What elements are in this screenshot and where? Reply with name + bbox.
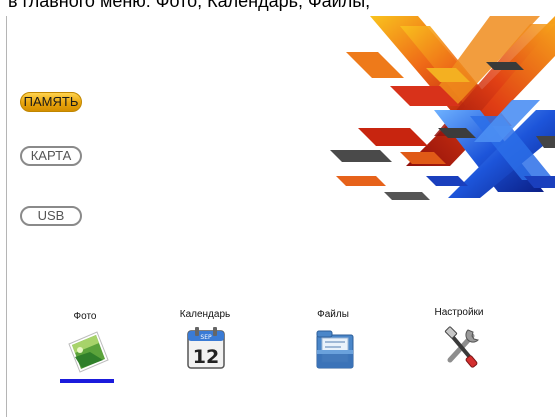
selection-underline: [60, 379, 114, 383]
nav-label-photo: Фото: [73, 311, 97, 322]
photo-icon-graphic: [68, 331, 109, 373]
x-logo-banner: [330, 16, 555, 206]
source-button-memory[interactable]: ПАМЯТЬ: [20, 92, 82, 112]
nav-item-photo[interactable]: Фото: [50, 300, 120, 373]
calendar-icon: SEP 12: [186, 326, 226, 370]
nav-item-calendar[interactable]: Календарь SEP 12: [170, 300, 240, 369]
nav-label-calendar: Календарь: [179, 309, 231, 320]
nav-label-settings: Настройки: [434, 307, 484, 318]
calendar-icon-graphic: SEP 12: [187, 327, 225, 369]
settings-icon: [440, 326, 480, 370]
nav-item-settings[interactable]: Настройки: [424, 300, 494, 368]
caption-strip: в главного меню: Фото, Календарь, Файлы,: [0, 0, 555, 16]
source-button-usb[interactable]: USB: [20, 206, 82, 226]
photo-icon: [66, 330, 109, 374]
x-logo-graphic: [330, 16, 555, 200]
files-icon: [314, 326, 354, 370]
files-icon-graphic: [316, 330, 354, 369]
source-button-card[interactable]: КАРТА: [20, 146, 82, 166]
settings-icon-graphic: [444, 326, 479, 368]
caption-text: в главного меню: Фото, Календарь, Файлы,: [8, 0, 371, 11]
calendar-month-text: SEP: [200, 334, 212, 341]
nav-label-files: Файлы: [317, 309, 349, 320]
nav-item-files[interactable]: Файлы: [298, 300, 368, 369]
calendar-day-text: 12: [193, 346, 219, 368]
